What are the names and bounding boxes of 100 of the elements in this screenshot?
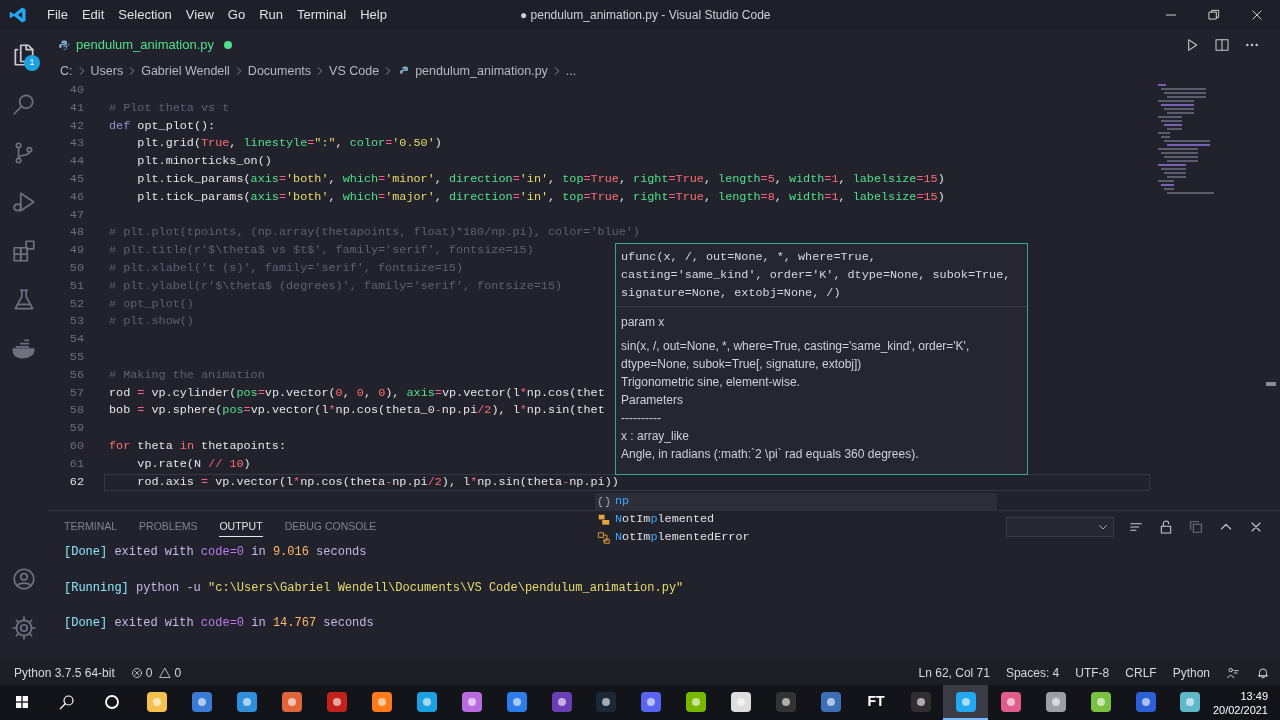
blocks-icon[interactable]: [11, 237, 37, 264]
window-title: ● pendulum_animation.py - Visual Studio Code: [520, 7, 771, 24]
app-icon[interactable]: [821, 691, 842, 712]
windows-logo-icon[interactable]: [14, 693, 31, 710]
line-number: 40: [68, 82, 84, 100]
code-comment: # Making the animation: [109, 366, 265, 384]
suggestion-item[interactable]: np: [595, 493, 997, 511]
app-icon[interactable]: [237, 691, 258, 712]
status-item[interactable]: UTF-8: [1075, 663, 1110, 682]
status-item[interactable]: Python: [1172, 663, 1210, 682]
clock-time[interactable]: 13:49: [1240, 688, 1268, 703]
class-icon: [597, 531, 611, 545]
line-number: 52: [68, 295, 84, 313]
python-icon: [58, 39, 70, 51]
app-icon[interactable]: [596, 691, 617, 712]
app-icon[interactable]: [1045, 691, 1066, 712]
copy-icon[interactable]: [1188, 519, 1204, 535]
suggestion-item[interactable]: NotImplementedError: [595, 529, 997, 547]
feedback-icon[interactable]: [1226, 665, 1240, 680]
app-icon[interactable]: [371, 691, 392, 712]
menu-item[interactable]: Run: [252, 5, 290, 25]
account-icon[interactable]: [11, 565, 37, 592]
line-number: 58: [68, 402, 84, 420]
status-item[interactable]: Spaces: 4: [1005, 663, 1060, 682]
count-badge: 1: [24, 55, 40, 71]
app-icon[interactable]: [461, 691, 482, 712]
warning-icon: [159, 666, 172, 679]
problems-status[interactable]: 0 0: [130, 663, 182, 682]
menu-item[interactable]: Help: [353, 5, 394, 25]
panel-tab[interactable]: PROBLEMS: [139, 517, 198, 537]
app-logo-icon: [8, 5, 28, 25]
app-icon[interactable]: [910, 691, 931, 712]
line-number: 50: [68, 260, 84, 277]
app-icon[interactable]: [641, 691, 662, 712]
menu-item[interactable]: View: [178, 5, 221, 25]
interpreter-status[interactable]: Python 3.7.5 64-bit: [14, 663, 115, 682]
app-icon[interactable]: FT: [867, 691, 885, 712]
code-comment: # plt.plot(tpoints, (np.array(thetapoints, float)*180/np.pi), color='blue'): [109, 224, 640, 242]
app-icon[interactable]: [686, 691, 707, 712]
search-icon[interactable]: [58, 692, 77, 711]
line-number: 48: [68, 224, 84, 242]
code-line: def opt_plot():: [109, 117, 216, 135]
app-icon[interactable]: [282, 691, 302, 712]
line-number: 43: [68, 135, 84, 153]
app-icon[interactable]: [1000, 691, 1021, 712]
breadcrumb-item[interactable]: pendulum_animation.py: [415, 61, 548, 81]
app-icon[interactable]: [192, 691, 213, 712]
bell-icon[interactable]: [1256, 665, 1270, 680]
app-icon[interactable]: [955, 691, 976, 712]
line-number: 42: [68, 117, 84, 135]
output-line: [Done] exited with code=0 in 14.767 seconds: [64, 615, 375, 632]
app-icon[interactable]: [1135, 691, 1156, 712]
breadcrumb-item[interactable]: VS Code: [329, 61, 380, 81]
panel-tab[interactable]: DEBUG CONSOLE: [284, 517, 377, 537]
panel-tab[interactable]: OUTPUT: [219, 517, 263, 537]
code-line: for theta in thetapoints:: [109, 438, 286, 455]
settings-icon[interactable]: [11, 614, 37, 641]
lock-icon[interactable]: [1158, 519, 1174, 535]
breadcrumb-item[interactable]: C:: [60, 61, 73, 81]
split-icon[interactable]: [1214, 37, 1230, 53]
clock-date[interactable]: 20/02/2021: [1212, 702, 1268, 717]
panel-tab[interactable]: TERMINAL: [64, 517, 118, 537]
line-number: 56: [68, 366, 84, 384]
menu-item[interactable]: Go: [220, 5, 253, 25]
app-icon[interactable]: [731, 691, 752, 712]
app-icon[interactable]: [416, 691, 437, 712]
app-icon[interactable]: [326, 691, 347, 712]
menu-item[interactable]: Terminal: [290, 5, 354, 25]
suggestion-item[interactable]: NotImplemented: [595, 511, 997, 529]
line-number: 51: [68, 277, 84, 295]
menu-item[interactable]: Selection: [111, 5, 179, 25]
app-icon[interactable]: [551, 691, 572, 712]
app-icon[interactable]: [147, 691, 168, 712]
line-number: 57: [68, 384, 84, 402]
app-icon[interactable]: [1180, 691, 1201, 712]
blocks-icon: [597, 513, 611, 527]
app-icon[interactable]: [506, 691, 527, 712]
app-icon[interactable]: [1090, 691, 1111, 712]
line-number: 46: [68, 188, 84, 206]
output-line: [Done] exited with code=0 in 9.016 seconds: [64, 544, 368, 561]
code-line: plt.tick_params(axis='both', which='major', direction='in', top=True, right=True, length=8, width=1, labelsize=15): [136, 188, 945, 206]
app-icon[interactable]: [776, 691, 797, 712]
menu-item[interactable]: File: [40, 5, 75, 25]
line-number: 44: [68, 153, 84, 171]
breadcrumb-item[interactable]: Documents: [247, 61, 312, 81]
menu-item[interactable]: Edit: [74, 5, 112, 25]
doc-text: sin(x, /, out=None, *, where=True, casting='same_kind', order='K', dtype=None, subok=True[, signature, extobj]): [621, 338, 971, 373]
status-item[interactable]: Ln 62, Col 71: [918, 663, 990, 682]
files-icon[interactable]: [11, 41, 37, 68]
code-comment: # plt.xlabel('t (s)', family='serif', fontsize=15): [109, 260, 463, 278]
scrollbar-thumb[interactable]: [1266, 382, 1276, 386]
code-line: bob = vp.sphere(pos=vp.vector(l*np.cos(theta_0-np.pi/2), l*np.sin(thet: [109, 402, 605, 420]
line-number: 49: [68, 242, 84, 260]
line-number: 54: [68, 331, 84, 349]
breadcrumb-item[interactable]: Users: [90, 61, 124, 81]
breadcrumb-item[interactable]: Gabriel Wendell: [141, 61, 230, 81]
output-line: [Running] python -u "c:\Users\Gabriel Wendell\Documents\VS Code\pendulum_animation.py": [64, 579, 685, 597]
status-item[interactable]: CRLF: [1125, 663, 1157, 682]
breadcrumb-item[interactable]: ...: [565, 61, 577, 81]
circle-icon[interactable]: [103, 692, 122, 711]
